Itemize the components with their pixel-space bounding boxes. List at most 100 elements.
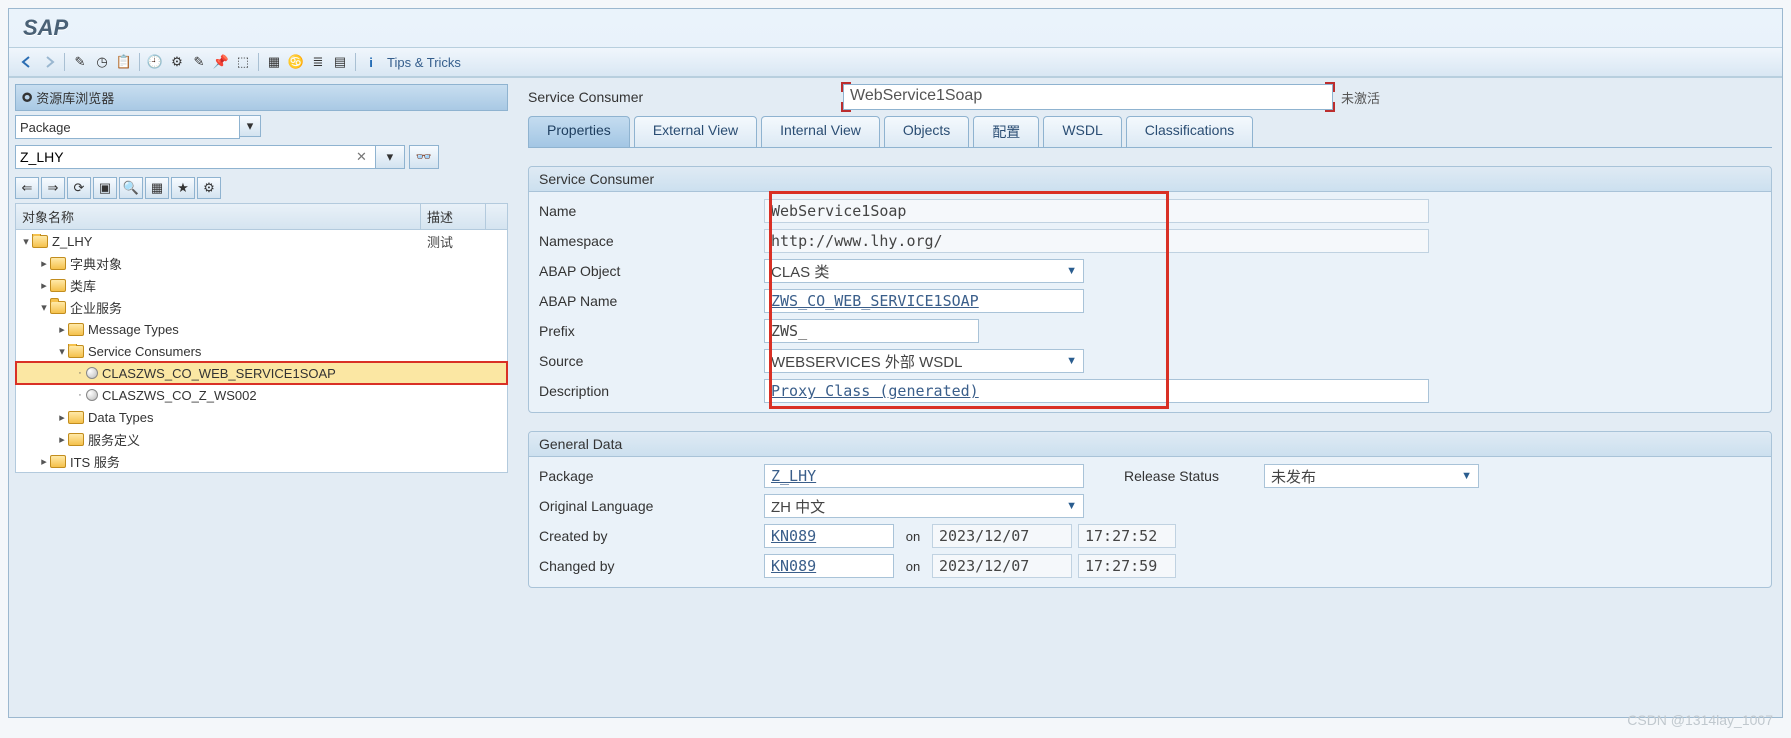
left-panel: 🞉 资源库浏览器 Package ▾ ✕ ▾ 👓 ⇐ ⇒ ⟳ ▣ 🔍 (9, 78, 514, 717)
object-icon (86, 389, 98, 401)
folder-icon (68, 323, 84, 336)
on-label-2: on (894, 559, 932, 574)
app-title: SAP (23, 15, 68, 40)
tree-fwd-icon[interactable]: ⇒ (41, 177, 65, 199)
tree-row-msgtypes[interactable]: ▸Message Types (16, 318, 507, 340)
tree-back-icon[interactable]: ⇐ (15, 177, 39, 199)
clear-icon[interactable]: ✕ (356, 149, 367, 173)
tab-objects[interactable]: Objects (884, 116, 969, 147)
toolbar-icon-2[interactable]: ◷ (92, 52, 112, 72)
toolbar-icon-1[interactable]: ✎ (70, 52, 90, 72)
tab-wsdl[interactable]: WSDL (1043, 116, 1121, 147)
col-object-name: 对象名称 (16, 204, 421, 229)
release-status-dropdown[interactable]: 未发布▼ (1264, 464, 1479, 488)
toolbar-icon-9[interactable]: ▦ (264, 52, 284, 72)
package-combo-value: Package (20, 120, 71, 135)
changed-by-value[interactable]: KN089 (764, 554, 894, 578)
namespace-label: Namespace (539, 233, 764, 249)
toolbar-icon-7[interactable]: 📌 (211, 52, 231, 72)
name-label: Name (539, 203, 764, 219)
created-by-value[interactable]: KN089 (764, 524, 894, 548)
toolbar-icon-10[interactable]: ♋ (286, 52, 306, 72)
tree-fav-icon[interactable]: ★ (171, 177, 195, 199)
folder-icon (68, 345, 84, 358)
abap-name-link[interactable]: ZWS_CO_WEB_SERVICE1SOAP (764, 289, 1084, 313)
service-consumer-group: Service Consumer NameWebService1Soap Nam… (528, 166, 1772, 413)
service-consumer-field[interactable]: WebService1Soap (843, 84, 1333, 110)
folder-icon (50, 301, 66, 314)
package-label: Package (539, 468, 764, 484)
description-value[interactable]: Proxy Class (generated) (764, 379, 1429, 403)
created-time: 17:27:52 (1078, 524, 1176, 548)
on-label: on (894, 529, 932, 544)
prefix-label: Prefix (539, 323, 764, 339)
tree-find-icon[interactable]: 🔍 (119, 177, 143, 199)
tree-layout-icon[interactable]: ▦ (145, 177, 169, 199)
tab-classifications[interactable]: Classifications (1126, 116, 1253, 147)
app-window: SAP ✎ ◷ 📋 🕘 ⚙ ✎ 📌 ⬚ ▦ ♋ ≣ ▤ i Tips & Tri… (8, 8, 1783, 718)
package-search-input[interactable] (15, 145, 380, 169)
package-combo[interactable]: Package (15, 115, 240, 139)
tree-row-its[interactable]: ▸ITS 服务 (16, 450, 507, 472)
tips-link[interactable]: Tips & Tricks (387, 55, 461, 70)
package-value[interactable]: Z_LHY (764, 464, 1084, 488)
orig-lang-dropdown[interactable]: ZH 中文▼ (764, 494, 1084, 518)
toolbar-icon-4[interactable]: 🕘 (145, 52, 165, 72)
separator (258, 53, 259, 71)
created-date: 2023/12/07 (932, 524, 1072, 548)
header-row: Service Consumer WebService1Soap 未激活 (528, 84, 1772, 110)
folder-icon (32, 235, 48, 248)
package-combo-arrow-icon[interactable]: ▾ (239, 115, 261, 137)
toolbar-icon-6[interactable]: ✎ (189, 52, 209, 72)
tab-properties[interactable]: Properties (528, 116, 630, 147)
prefix-value[interactable]: ZWS_ (764, 319, 979, 343)
tree-row-root[interactable]: ▾Z_LHY 测试 (16, 230, 507, 252)
watermark: CSDN @1314lay_1007 (1627, 712, 1773, 728)
toolbar-icon-5[interactable]: ⚙ (167, 52, 187, 72)
separator (355, 53, 356, 71)
object-icon (86, 367, 98, 379)
dropdown-arrow-icon: ▼ (1461, 470, 1472, 482)
changed-date: 2023/12/07 (932, 554, 1072, 578)
hierarchy-icon: 🞉 (22, 90, 32, 106)
tree-row-selected-proxy[interactable]: ·CLASZWS_CO_WEB_SERVICE1SOAP (16, 362, 507, 384)
tree-row-proxy2[interactable]: ·CLASZWS_CO_Z_WS002 (16, 384, 507, 406)
display-glasses-icon[interactable]: 👓 (409, 145, 439, 169)
folder-icon (50, 455, 66, 468)
separator (64, 53, 65, 71)
tree-row-dict[interactable]: ▸字典对象 (16, 252, 507, 274)
toolbar-icon-11[interactable]: ≣ (308, 52, 328, 72)
nav-forward-icon[interactable] (39, 52, 59, 72)
dropdown-history-icon[interactable]: ▾ (375, 145, 405, 169)
tree-row-svcdef[interactable]: ▸服务定义 (16, 428, 507, 450)
tab-external-view[interactable]: External View (634, 116, 757, 147)
tree-row-svcconsumers[interactable]: ▾Service Consumers (16, 340, 507, 362)
release-status-label: Release Status (1124, 468, 1264, 484)
right-panel: Service Consumer WebService1Soap 未激活 Pro… (514, 78, 1782, 717)
namespace-value: http://www.lhy.org/ (764, 229, 1429, 253)
source-dropdown[interactable]: WEBSERVICES 外部 WSDL▼ (764, 349, 1084, 373)
nav-back-icon[interactable] (17, 52, 37, 72)
folder-icon (68, 433, 84, 446)
repo-browser-header: 🞉 资源库浏览器 (15, 84, 508, 111)
object-tree: ▾Z_LHY 测试 ▸字典对象 ▸类库 ▾企业服务 ▸Message Types… (15, 230, 508, 473)
toolbar-icon-12[interactable]: ▤ (330, 52, 350, 72)
tree-row-classlib[interactable]: ▸类库 (16, 274, 507, 296)
abap-object-dropdown[interactable]: CLAS 类▼ (764, 259, 1084, 283)
info-icon[interactable]: i (361, 52, 381, 72)
general-data-group: General Data Package Z_LHY Release Statu… (528, 431, 1772, 588)
tree-refresh-icon[interactable]: ⟳ (67, 177, 91, 199)
gen-group-title: General Data (529, 432, 1771, 457)
tab-config[interactable]: 配置 (973, 116, 1039, 147)
created-by-label: Created by (539, 528, 764, 544)
tree-collapse-icon[interactable]: ▣ (93, 177, 117, 199)
orig-lang-label: Original Language (539, 498, 764, 514)
tab-internal-view[interactable]: Internal View (761, 116, 880, 147)
separator (139, 53, 140, 71)
col-desc: 描述 (421, 204, 486, 229)
tree-row-entsvc[interactable]: ▾企业服务 (16, 296, 507, 318)
tree-settings-icon[interactable]: ⚙ (197, 177, 221, 199)
toolbar-icon-3[interactable]: 📋 (114, 52, 134, 72)
toolbar-icon-8[interactable]: ⬚ (233, 52, 253, 72)
tree-row-datatypes[interactable]: ▸Data Types (16, 406, 507, 428)
